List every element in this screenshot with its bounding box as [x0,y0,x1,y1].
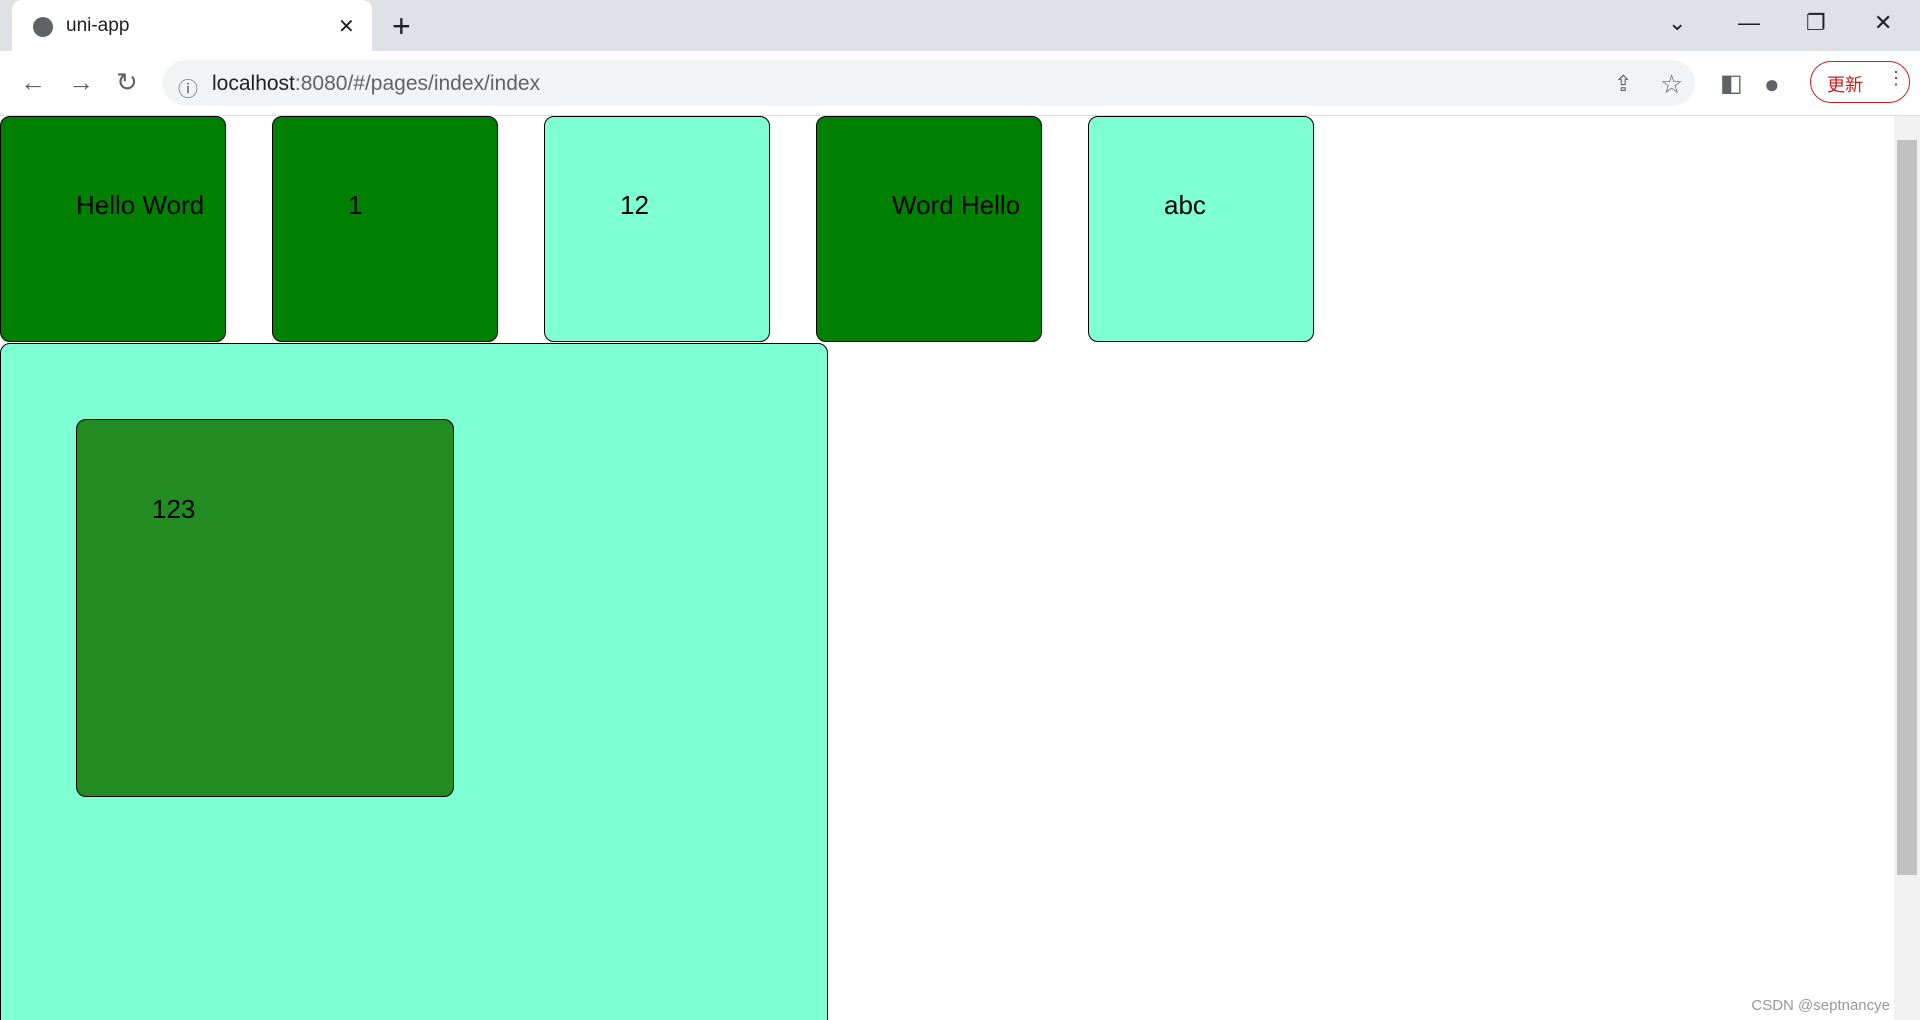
profile-icon[interactable]: ● [1764,69,1780,100]
scrollbar-thumb[interactable] [1897,140,1917,875]
url-text[interactable]: localhost:8080/#/pages/index/index [212,72,540,96]
tab-search-icon[interactable]: ⌄ [1668,10,1686,36]
browser-tab[interactable]: uni-app ✕ [12,0,372,51]
side-panel-icon[interactable]: ◧ [1720,69,1743,98]
box-4: Word Hello [816,116,1042,342]
watermark: CSDN @septnancye [1751,997,1890,1014]
back-button[interactable]: ← [20,67,46,98]
menu-icon: ⋮ [1887,68,1905,88]
close-icon[interactable]: ✕ [338,14,355,39]
update-button[interactable]: 更新 ⋮ [1810,61,1910,103]
toolbar: ← → ↻ ⓘ localhost:8080/#/pages/index/ind… [0,51,1920,116]
share-icon[interactable]: ⇪ [1614,71,1632,97]
inner-box: 123 [76,419,454,797]
tab-title: uni-app [66,15,130,36]
minimize-button[interactable]: — [1738,10,1760,36]
info-icon[interactable]: ⓘ [178,73,198,102]
forward-button[interactable]: → [68,67,94,98]
title-bar: uni-app ✕ + ⌄ — ❐ ✕ [0,0,1920,51]
restore-button[interactable]: ❐ [1806,10,1826,36]
globe-icon [32,16,54,43]
container-box: 123 [0,343,828,1020]
box-3: 12 [544,116,770,342]
close-window-button[interactable]: ✕ [1874,10,1892,36]
scrollbar[interactable] [1894,116,1920,1020]
box-1: Hello Word [0,116,226,342]
page-viewport: Hello Word 1 12 Word Hello abc 123 [0,116,1894,1020]
box-2: 1 [272,116,498,342]
star-icon[interactable]: ☆ [1660,69,1683,100]
reload-button[interactable]: ↻ [116,67,138,98]
new-tab-button[interactable]: + [392,8,411,45]
box-5: abc [1088,116,1314,342]
